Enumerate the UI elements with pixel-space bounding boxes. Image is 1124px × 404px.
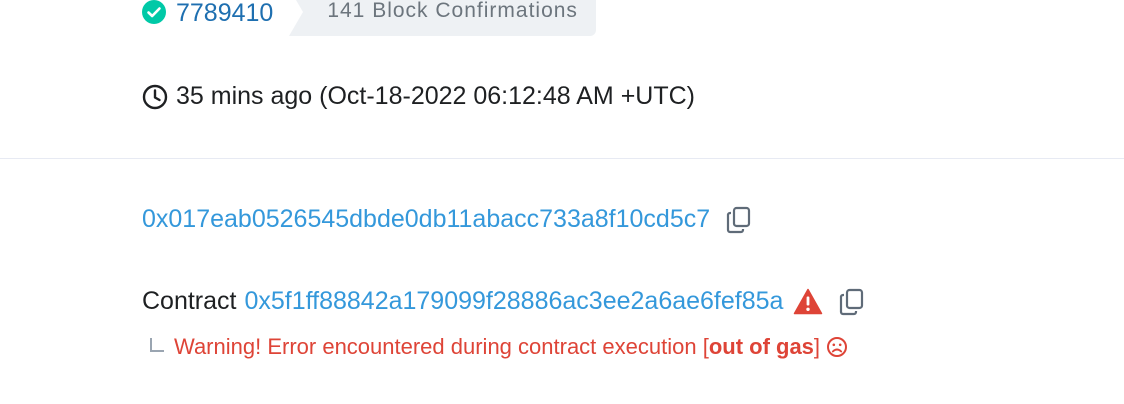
copy-icon[interactable]: [726, 206, 752, 234]
block-confirmations-badge: 141 Block Confirmations: [289, 0, 596, 36]
from-row: 0x017eab0526545dbde0db11abacc733a8f10cd5…: [142, 205, 752, 234]
timestamp-text: 35 mins ago (Oct-18-2022 06:12:48 AM +UT…: [176, 82, 696, 110]
transaction-details: 7789410 141 Block Confirmations 35 mins …: [0, 0, 1124, 404]
block-row: 7789410 141 Block Confirmations: [142, 0, 596, 36]
branch-connector: [148, 338, 166, 356]
copy-icon[interactable]: [839, 288, 865, 316]
block-number-link[interactable]: 7789410: [176, 0, 273, 28]
warning-triangle-icon: [793, 288, 823, 315]
warning-prefix: Warning! Error encountered during contra…: [174, 334, 709, 359]
to-row: Contract 0x5f1ff88842a179099f28886ac3ee2…: [142, 287, 865, 316]
warning-error-reason: out of gas: [708, 334, 814, 359]
execution-warning: Warning! Error encountered during contra…: [148, 334, 848, 360]
from-address-link[interactable]: 0x017eab0526545dbde0db11abacc733a8f10cd5…: [142, 205, 710, 234]
check-circle-icon: [142, 0, 166, 24]
timestamp-row: 35 mins ago (Oct-18-2022 06:12:48 AM +UT…: [142, 82, 695, 111]
section-divider: [0, 158, 1124, 159]
clock-icon: [142, 84, 168, 110]
contract-label: Contract: [142, 287, 237, 315]
contract-address-link[interactable]: 0x5f1ff88842a179099f28886ac3ee2a6ae6fef8…: [244, 287, 783, 316]
sad-face-icon: [826, 336, 848, 358]
warning-suffix: ]: [813, 334, 821, 359]
